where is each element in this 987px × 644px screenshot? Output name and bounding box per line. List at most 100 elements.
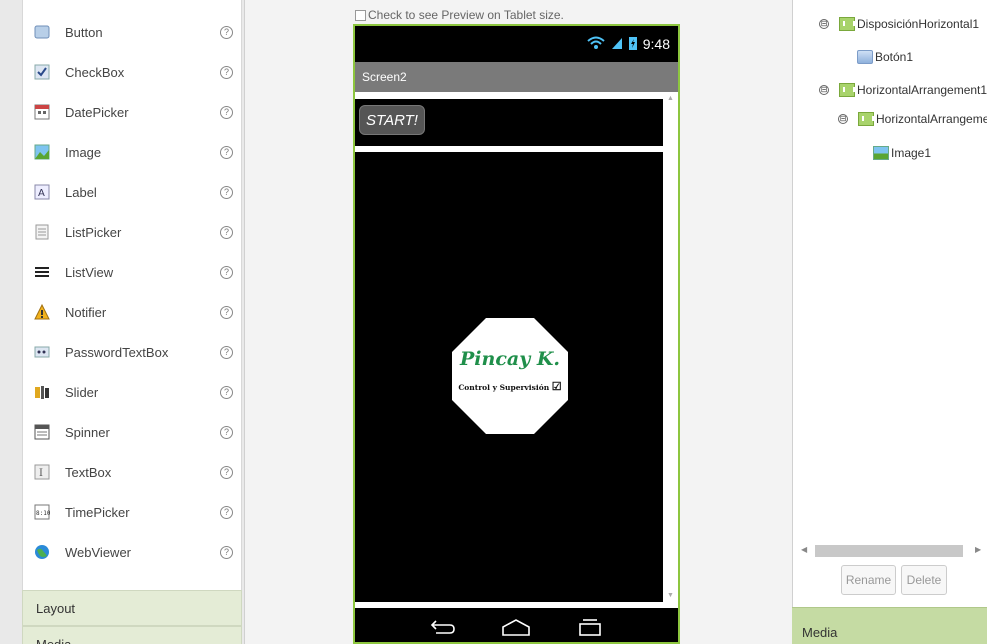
media-panel-header: Media	[792, 607, 987, 644]
horizontal-arrangement-icon	[858, 112, 874, 126]
scroll-right-icon[interactable]: ▶	[975, 545, 981, 554]
scroll-left-icon[interactable]: ◀	[801, 545, 807, 554]
help-icon[interactable]: ?	[220, 65, 233, 79]
horizontal-arrangement-icon	[839, 17, 855, 31]
palette-item-label: Label	[65, 184, 97, 200]
help-icon[interactable]: ?	[220, 545, 233, 559]
collapse-icon[interactable]: ⊟	[819, 85, 829, 95]
screen-title: Screen2	[362, 70, 407, 84]
user-interface-palette-list: Button ? CheckBox ? DatePicker ? Image ?	[22, 0, 242, 590]
logo-name: Pincay K.	[460, 348, 560, 370]
palette-item-label: ListPicker	[65, 224, 122, 240]
help-icon[interactable]: ?	[220, 265, 233, 279]
category-layout[interactable]: Layout	[22, 590, 242, 626]
scroll-up-icon[interactable]: ▲	[667, 95, 674, 102]
palette-item-textbox[interactable]: I TextBox ?	[23, 452, 241, 492]
palette-item-image[interactable]: Image ?	[23, 132, 241, 172]
logo-subtitle-text: Control y Supervisión	[458, 383, 550, 392]
palette-item-webviewer[interactable]: WebViewer ?	[23, 532, 241, 572]
tree-item-disposicionhorizontal1[interactable]: ⊟ DisposiciónHorizontal1	[819, 14, 979, 34]
palette-item-label: Button	[65, 24, 103, 40]
checkbox-checked-icon: ☑	[551, 380, 562, 393]
tree-item-label: HorizontalArrangement	[876, 112, 987, 126]
palette-item-checkbox[interactable]: CheckBox ?	[23, 52, 241, 92]
collapse-icon[interactable]: ⊟	[819, 19, 829, 29]
help-icon[interactable]: ?	[220, 505, 233, 519]
screen-title-bar: Screen2	[355, 62, 678, 92]
passwordtextbox-icon	[34, 344, 50, 360]
status-bar: 9:48	[355, 26, 678, 62]
palette-item-label: Image	[65, 144, 102, 160]
help-icon[interactable]: ?	[220, 425, 233, 439]
svg-text:I: I	[39, 468, 43, 479]
palette-item-label: PasswordTextBox	[65, 344, 169, 360]
battery-icon	[628, 36, 637, 53]
palette-item-button[interactable]: Button ?	[23, 12, 241, 52]
palette-panel: Button ? CheckBox ? DatePicker ? Image ?	[0, 0, 245, 644]
vertical-scrollbar[interactable]: ▲ ▼	[663, 92, 678, 608]
category-media[interactable]: Media	[22, 626, 242, 644]
tree-item-label: Image1	[891, 146, 932, 160]
button-icon	[34, 24, 50, 40]
warning-icon	[34, 304, 50, 320]
back-icon[interactable]	[430, 619, 456, 638]
palette-item-timepicker[interactable]: 8:10 TimePicker ?	[23, 492, 241, 532]
tree-item-boton1[interactable]: Botón1	[857, 47, 913, 67]
palette-item-label: Spinner	[65, 424, 110, 440]
logo-subtitle: Control y Supervisión ☑	[452, 380, 568, 393]
tree-item-horizontalarrangement[interactable]: ⊟ HorizontalArrangement	[838, 109, 987, 129]
rename-button[interactable]: Rename	[841, 565, 896, 595]
collapse-icon[interactable]: ⊟	[838, 114, 848, 124]
tablet-preview-toggle[interactable]: Check to see Preview on Tablet size.	[355, 8, 564, 22]
android-nav-bar	[355, 608, 678, 642]
help-icon[interactable]: ?	[220, 25, 233, 39]
help-icon[interactable]: ?	[220, 305, 233, 319]
horizontal-arrangement-icon	[839, 83, 855, 97]
palette-item-label: CheckBox	[65, 64, 125, 80]
palette-item-label: Notifier	[65, 304, 107, 320]
datepicker-icon	[34, 104, 50, 120]
help-icon[interactable]: ?	[220, 225, 233, 239]
arrangement-main[interactable]: Pincay K. Control y Supervisión ☑	[355, 152, 663, 602]
delete-button[interactable]: Delete	[901, 565, 947, 595]
listpicker-icon	[34, 224, 50, 240]
palette-item-listview[interactable]: ListView ?	[23, 252, 241, 292]
spinner-icon	[34, 424, 50, 440]
help-icon[interactable]: ?	[220, 105, 233, 119]
checkbox-icon	[34, 64, 50, 80]
scrollbar-thumb[interactable]	[815, 545, 963, 557]
screen-body: START! Pincay K. Control y Supervisión ☑…	[355, 92, 678, 608]
palette-item-notifier[interactable]: Notifier ?	[23, 292, 241, 332]
palette-item-label: Slider	[65, 384, 99, 400]
palette-item-label: TimePicker	[65, 504, 130, 520]
signal-icon	[611, 36, 623, 53]
palette-item-listpicker[interactable]: ListPicker ?	[23, 212, 241, 252]
media-title: Media	[802, 625, 838, 640]
tablet-preview-checkbox[interactable]	[355, 9, 366, 21]
help-icon[interactable]: ?	[220, 385, 233, 399]
start-button[interactable]: START!	[359, 105, 425, 135]
recent-apps-icon[interactable]	[576, 618, 604, 639]
viewer-panel: Check to see Preview on Tablet size. 9:4…	[245, 0, 792, 644]
svg-text:A: A	[38, 188, 45, 199]
palette-item-datepicker[interactable]: DatePicker ?	[23, 92, 241, 132]
palette-item-passwordtextbox[interactable]: PasswordTextBox ?	[23, 332, 241, 372]
timepicker-icon: 8:10	[34, 504, 50, 520]
help-icon[interactable]: ?	[220, 465, 233, 479]
palette-item-spinner[interactable]: Spinner ?	[23, 412, 241, 452]
button-icon	[857, 50, 873, 64]
tree-item-label: HorizontalArrangement1	[857, 83, 987, 97]
tree-item-horizontalarrangement1[interactable]: ⊟ HorizontalArrangement1	[819, 80, 987, 100]
help-icon[interactable]: ?	[220, 345, 233, 359]
palette-item-slider[interactable]: Slider ?	[23, 372, 241, 412]
components-panel: ⊟ DisposiciónHorizontal1 Botón1 ⊟ Horizo…	[792, 0, 987, 607]
help-icon[interactable]: ?	[220, 185, 233, 199]
tree-item-image1[interactable]: Image1	[873, 143, 931, 163]
logo-image[interactable]: Pincay K. Control y Supervisión ☑	[452, 318, 568, 434]
horizontal-scrollbar[interactable]: ◀ ▶	[797, 544, 984, 558]
arrangement-top[interactable]: START!	[355, 99, 663, 146]
palette-item-label[interactable]: A Label ?	[23, 172, 241, 212]
home-icon[interactable]	[501, 618, 531, 639]
scroll-down-icon[interactable]: ▼	[667, 592, 674, 599]
help-icon[interactable]: ?	[220, 145, 233, 159]
